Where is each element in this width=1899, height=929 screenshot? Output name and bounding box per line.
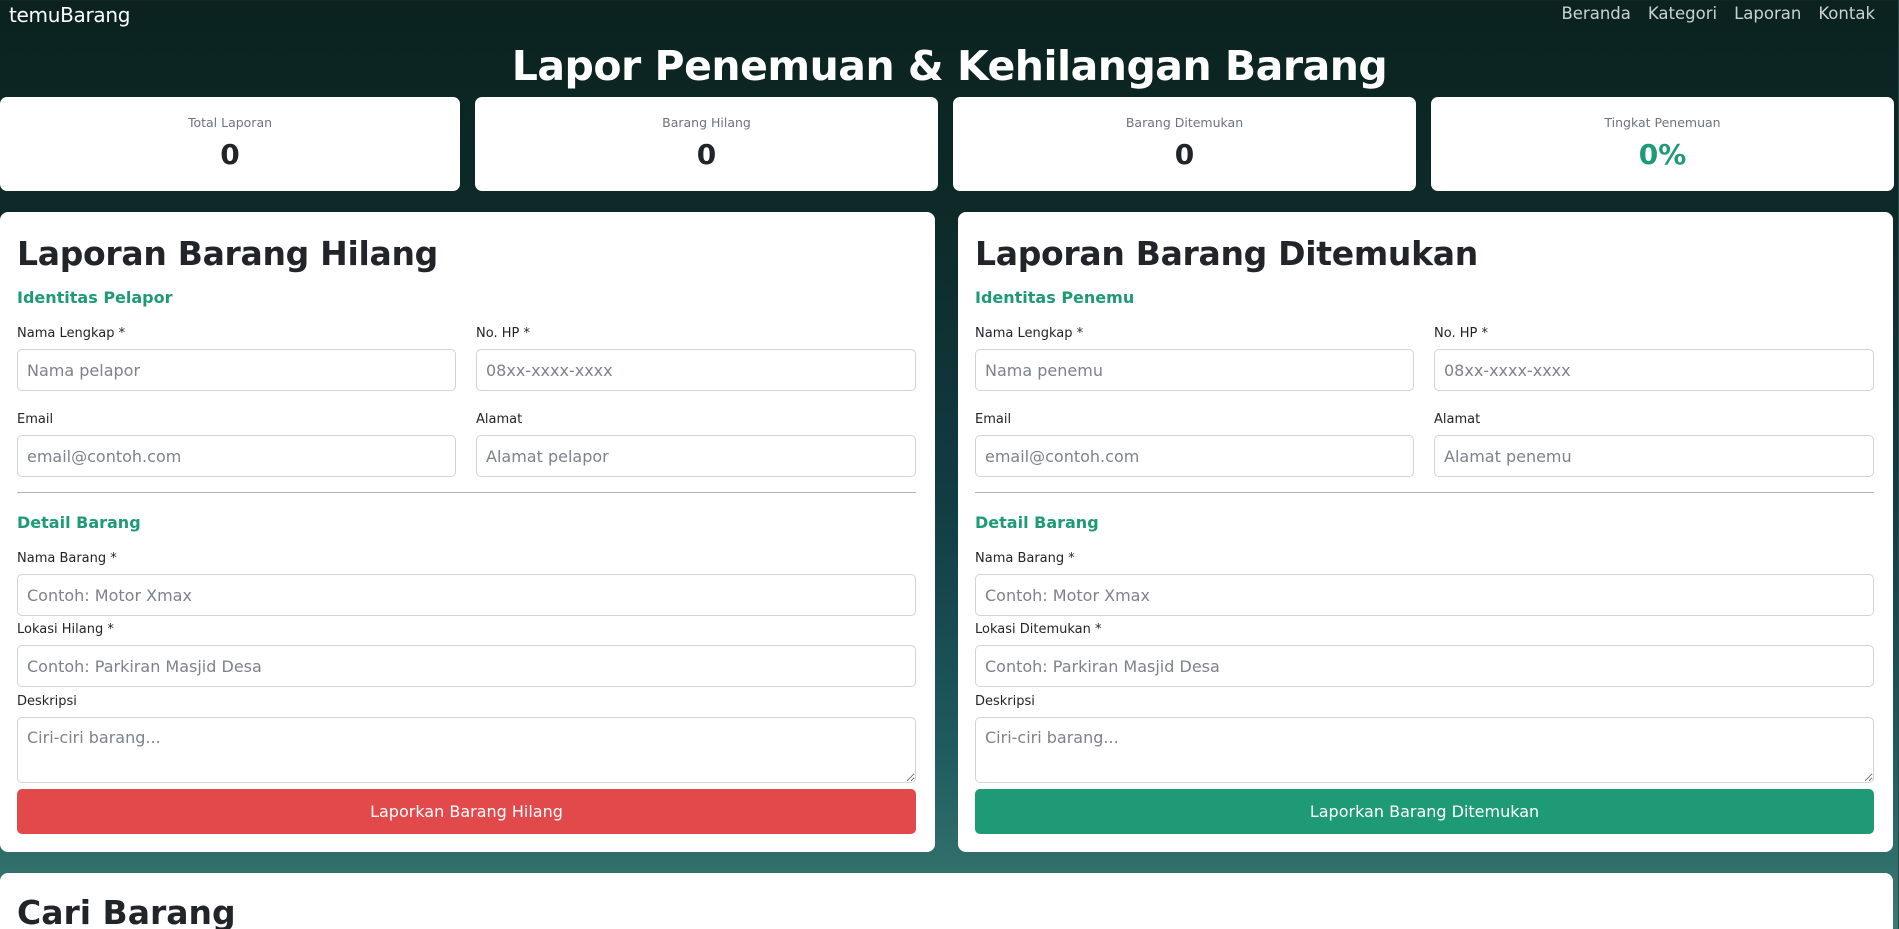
stat-card-lost: Barang Hilang 0: [475, 97, 938, 191]
description-label: Deskripsi: [975, 694, 1035, 709]
description-textarea[interactable]: [975, 717, 1874, 783]
lost-report-panel: Laporan Barang Hilang Identitas Pelapor …: [0, 212, 935, 852]
description-textarea[interactable]: [17, 717, 916, 783]
name-label: Nama Lengkap *: [17, 326, 126, 341]
brand-logo[interactable]: temuBarang: [9, 3, 130, 27]
stat-value: 0: [1174, 138, 1195, 171]
address-label: Alamat: [476, 412, 523, 427]
search-title: Cari Barang: [17, 893, 236, 929]
email-input[interactable]: [17, 435, 456, 477]
panel-title: Laporan Barang Ditemukan: [975, 234, 1478, 273]
nav-links: Beranda Kategori Laporan Kontak: [1561, 4, 1875, 23]
phone-label: No. HP *: [1434, 326, 1488, 341]
submit-found-button[interactable]: Laporkan Barang Ditemukan: [975, 789, 1874, 834]
stat-label: Barang Hilang: [662, 115, 751, 130]
page-title: Lapor Penemuan & Kehilangan Barang: [511, 42, 1388, 90]
navbar: temuBarang Beranda Kategori Laporan Kont…: [0, 0, 1899, 30]
phone-label: No. HP *: [476, 326, 530, 341]
stat-card-rate: Tingkat Penemuan 0%: [1431, 97, 1894, 191]
stat-value: 0: [696, 138, 717, 171]
search-panel: Cari Barang: [0, 873, 1893, 929]
section-title-detail: Detail Barang: [975, 513, 1099, 532]
name-input[interactable]: [975, 349, 1414, 391]
address-label: Alamat: [1434, 412, 1481, 427]
stat-label: Tingkat Penemuan: [1604, 115, 1721, 130]
location-input[interactable]: [17, 645, 916, 687]
item-name-label: Nama Barang *: [975, 551, 1075, 566]
section-title-identity: Identitas Pelapor: [17, 288, 173, 307]
email-label: Email: [975, 412, 1012, 427]
section-title-identity: Identitas Penemu: [975, 288, 1135, 307]
item-name-input[interactable]: [975, 574, 1874, 616]
section-title-detail: Detail Barang: [17, 513, 141, 532]
submit-lost-button[interactable]: Laporkan Barang Hilang: [17, 789, 916, 834]
phone-input[interactable]: [476, 349, 916, 391]
email-label: Email: [17, 412, 54, 427]
nav-link-beranda[interactable]: Beranda: [1561, 4, 1630, 23]
item-name-input[interactable]: [17, 574, 916, 616]
location-input[interactable]: [975, 645, 1874, 687]
name-label: Nama Lengkap *: [975, 326, 1084, 341]
stat-label: Barang Ditemukan: [1125, 115, 1244, 130]
address-input[interactable]: [1434, 435, 1874, 477]
nav-link-kontak[interactable]: Kontak: [1818, 4, 1875, 23]
location-label: Lokasi Hilang *: [17, 622, 114, 637]
stat-card-found: Barang Ditemukan 0: [953, 97, 1416, 191]
name-input[interactable]: [17, 349, 456, 391]
stat-label: Total Laporan: [187, 115, 273, 130]
stat-value: 0%: [1638, 138, 1687, 171]
divider: [17, 492, 916, 493]
nav-link-laporan[interactable]: Laporan: [1734, 4, 1801, 23]
phone-input[interactable]: [1434, 349, 1874, 391]
divider: [975, 492, 1874, 493]
address-input[interactable]: [476, 435, 916, 477]
description-label: Deskripsi: [17, 694, 77, 709]
stat-card-total: Total Laporan 0: [0, 97, 460, 191]
found-report-panel: Laporan Barang Ditemukan Identitas Penem…: [958, 212, 1893, 852]
item-name-label: Nama Barang *: [17, 551, 117, 566]
location-label: Lokasi Ditemukan *: [975, 622, 1102, 637]
stat-value: 0: [220, 138, 240, 171]
nav-link-kategori[interactable]: Kategori: [1648, 4, 1717, 23]
email-input[interactable]: [975, 435, 1414, 477]
panel-title: Laporan Barang Hilang: [17, 234, 439, 273]
